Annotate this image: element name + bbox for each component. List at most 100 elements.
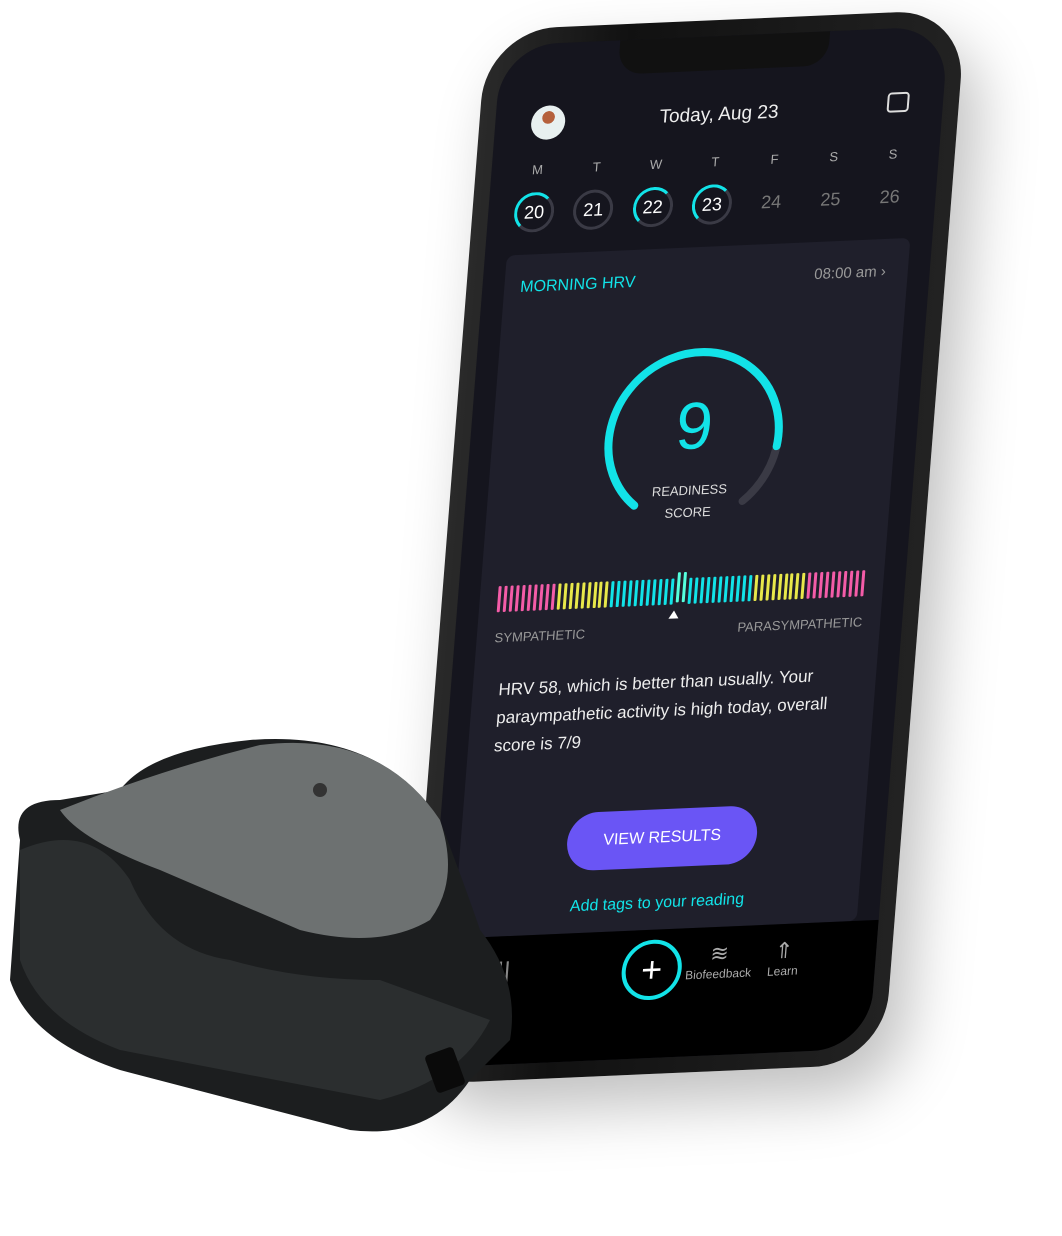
balance-tick	[651, 579, 657, 606]
weekday-label: M	[531, 161, 544, 178]
balance-tick	[580, 582, 586, 609]
day-ring: 25	[809, 178, 852, 220]
day-number: 26	[878, 185, 901, 207]
balance-tick	[824, 571, 830, 598]
tab-learn[interactable]: ⇑ Learn	[767, 937, 801, 979]
balance-tick	[538, 584, 544, 611]
balance-tick	[741, 575, 747, 602]
balance-tick	[848, 570, 854, 597]
add-button[interactable]: +	[619, 938, 685, 1002]
hrv-sensor-device	[10, 739, 512, 1132]
tab-biofeedback[interactable]: ≋ Biofeedback	[685, 939, 754, 982]
balance-tick	[657, 579, 663, 606]
balance-tick	[759, 574, 765, 601]
day-25[interactable]: S 25	[805, 148, 858, 220]
weekday-label: S	[888, 146, 899, 162]
day-ring: 22	[631, 186, 675, 229]
balance-tick	[532, 584, 538, 611]
balance-tick	[723, 576, 729, 603]
balance-tick	[675, 572, 682, 603]
balance-tick	[663, 578, 669, 605]
balance-tick	[502, 585, 508, 613]
balance-tick	[633, 580, 639, 607]
day-21[interactable]: T 21	[568, 158, 621, 231]
balance-tick	[753, 574, 759, 602]
balance-tick	[806, 572, 812, 599]
balance-tick	[562, 583, 568, 610]
notch	[617, 31, 831, 75]
week-strip: M 20 T 21 W 22 T 23 F 24 S 25 S 26	[509, 145, 918, 234]
weekday-label: W	[649, 156, 663, 173]
balance-tick	[496, 586, 502, 613]
balance-tick	[812, 572, 818, 599]
balance-tick	[699, 577, 705, 604]
weekday-label: T	[592, 159, 602, 175]
balance-tick	[520, 584, 526, 612]
balance-tick	[818, 571, 824, 599]
weekday-label: T	[710, 154, 720, 170]
view-results-button[interactable]: VIEW RESULTS	[564, 805, 760, 872]
day-20[interactable]: M 20	[509, 161, 562, 234]
day-ring: 26	[868, 176, 911, 218]
day-ring: 24	[750, 181, 793, 223]
balance-tick	[687, 577, 693, 604]
balance-tick	[550, 583, 556, 610]
balance-tick	[729, 575, 735, 603]
balance-tick	[592, 581, 598, 609]
hrv-description: HRV 58, which is better than usually. Yo…	[493, 666, 829, 756]
balance-tick	[645, 579, 651, 606]
weekday-label: S	[828, 148, 839, 165]
day-ring: 20	[512, 191, 556, 234]
readiness-score: 9	[673, 387, 716, 464]
balance-tick	[735, 575, 741, 602]
balance-tick	[568, 582, 574, 610]
balance-tick	[639, 579, 645, 607]
day-number: 21	[582, 198, 605, 220]
balance-bar	[496, 570, 867, 613]
balance-tick	[514, 585, 520, 612]
weekday-label: F	[769, 151, 780, 167]
balance-tick	[669, 578, 675, 605]
balance-tick	[586, 582, 592, 609]
balance-tick	[770, 574, 777, 601]
day-number: 22	[641, 196, 664, 218]
day-number: 23	[701, 193, 723, 215]
balance-tick	[711, 576, 717, 603]
day-number: 25	[819, 188, 842, 210]
day-24[interactable]: F 24	[746, 151, 799, 223]
balance-tick	[842, 570, 848, 598]
balance-tick	[776, 573, 782, 601]
day-26[interactable]: S 26	[864, 145, 917, 217]
balance-tick	[544, 583, 550, 611]
balance-tick	[615, 580, 621, 608]
balance-marker	[668, 610, 679, 619]
time-text: 08:00 am	[813, 263, 878, 284]
chevron-right-icon: ›	[880, 262, 887, 281]
balance-tick	[854, 570, 860, 597]
day-22[interactable]: W 22	[627, 156, 680, 229]
balance-tick	[747, 575, 753, 602]
parasympathetic-label: PARASYMPATHETIC	[736, 614, 863, 635]
day-23[interactable]: T 23	[686, 153, 739, 226]
day-ring: 21	[571, 188, 615, 231]
balance-tick	[556, 583, 562, 610]
card-time[interactable]: 08:00 am ›	[814, 263, 887, 283]
tab-label: Learn	[766, 963, 799, 979]
balance-tick	[705, 576, 711, 604]
day-number: 24	[760, 190, 783, 212]
day-ring: 23	[690, 183, 734, 226]
rocket-icon: ⇑	[773, 937, 795, 964]
balance-tick	[860, 570, 866, 597]
wind-icon: ≋	[709, 940, 730, 967]
balance-tick	[627, 580, 633, 607]
balance-tick	[574, 582, 580, 609]
balance-tick	[800, 572, 806, 599]
balance-tick	[526, 584, 532, 611]
balance-tick	[782, 573, 788, 600]
page-title: Today, Aug 23	[658, 101, 780, 128]
balance-tick	[508, 585, 514, 612]
calendar-icon[interactable]	[886, 91, 910, 113]
balance-tick	[788, 573, 794, 600]
balance-tick	[794, 573, 800, 600]
readiness-label: READINESS SCORE	[485, 471, 892, 533]
